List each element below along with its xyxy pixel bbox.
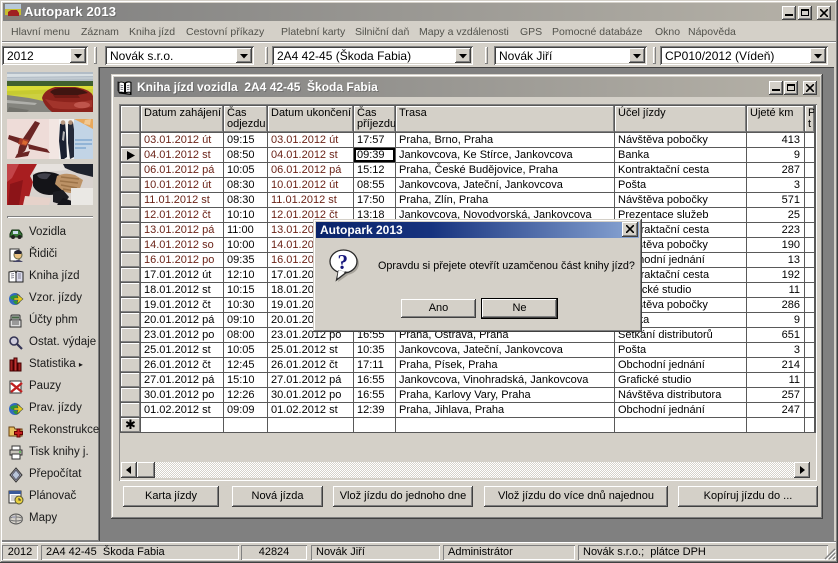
svg-text:?: ? [338,250,349,274]
